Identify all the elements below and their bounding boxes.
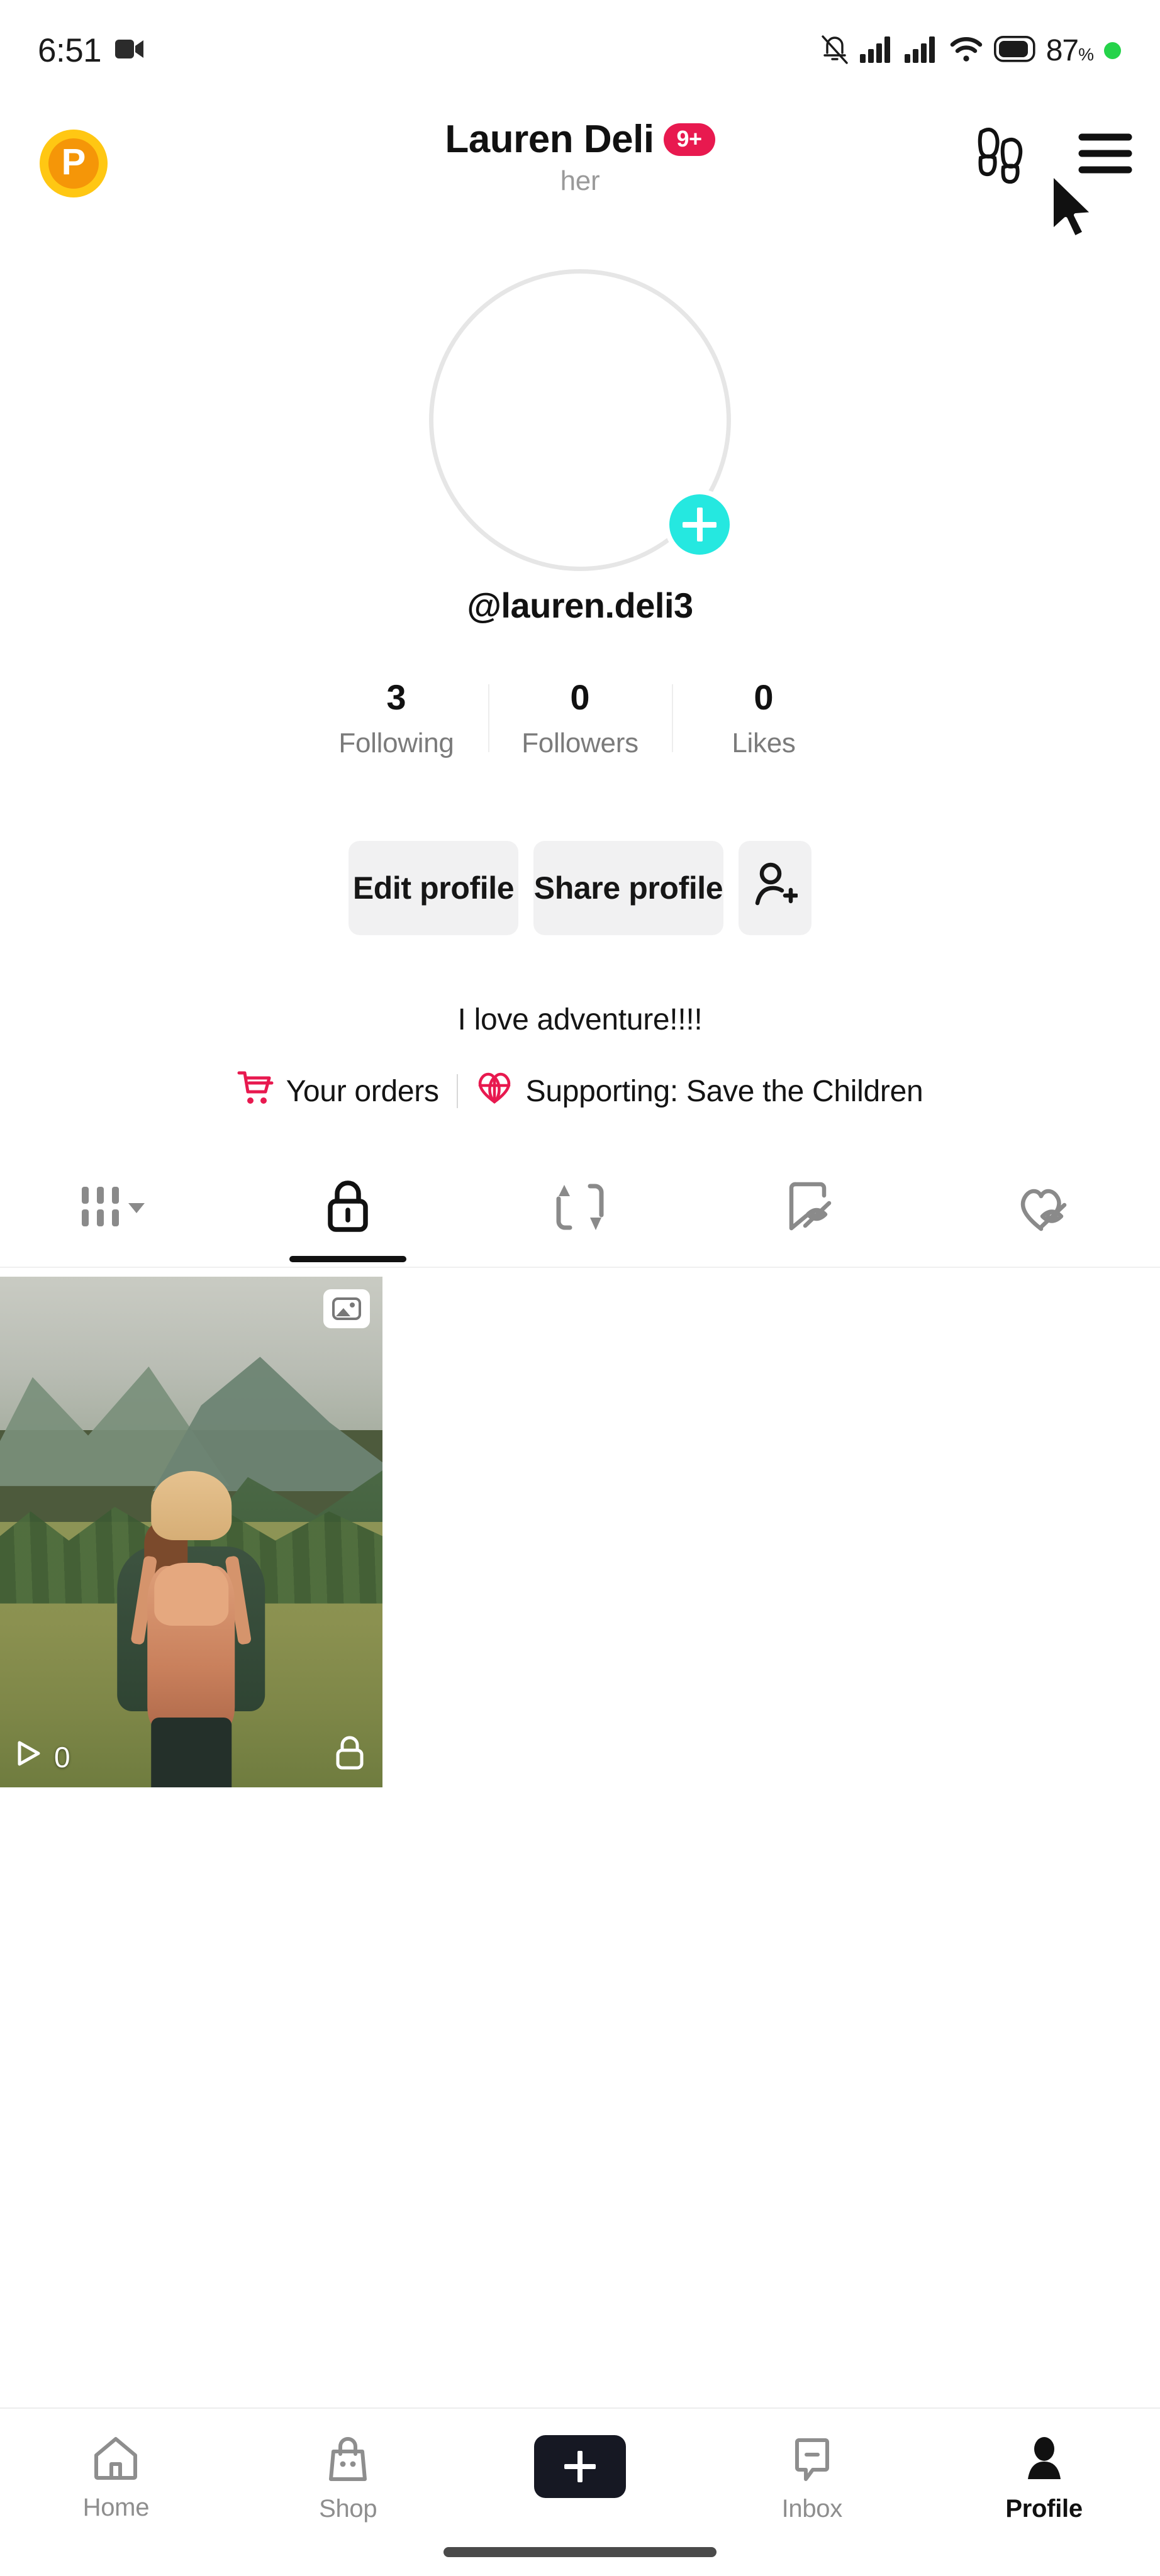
grid-bars-dropdown-icon (79, 1182, 152, 1235)
stat-followers[interactable]: 0 Followers (488, 677, 672, 759)
video-play-count-value: 0 (54, 1740, 70, 1774)
stat-following-label: Following (338, 727, 454, 758)
stat-followers-count: 0 (570, 677, 590, 717)
heart-hidden-icon (1015, 1180, 1074, 1237)
nav-item-profile[interactable]: Profile (950, 2435, 1139, 2523)
recording-dot-icon (1104, 42, 1121, 59)
mute-vibrate-icon (820, 33, 849, 69)
tab-reposts[interactable] (464, 1163, 696, 1267)
heart-globe-icon (476, 1069, 513, 1113)
profile-links-row: Your orders Supporting: Save the Childre… (0, 1069, 1160, 1113)
home-indicator (443, 2547, 717, 2557)
profile-tabs (0, 1163, 1160, 1267)
add-story-plus-icon[interactable] (664, 489, 735, 560)
bookmark-hidden-icon (785, 1179, 839, 1238)
stat-following[interactable]: 3 Following (304, 677, 488, 759)
profile-bio: I love adventure!!!! (457, 1003, 703, 1036)
inbox-message-icon (789, 2435, 835, 2486)
pronoun-label: her (560, 165, 600, 196)
status-bar: 6:51 87% (0, 0, 1160, 101)
links-divider (456, 1074, 458, 1108)
add-friends-button[interactable] (739, 841, 811, 935)
nav-item-create[interactable] (486, 2435, 674, 2507)
tab-videos-grid[interactable] (0, 1163, 232, 1267)
shopping-cart-icon (237, 1069, 274, 1113)
status-time: 6:51 (38, 31, 102, 69)
repost-arrows-icon (555, 1180, 605, 1237)
wifi-icon (949, 35, 983, 66)
edit-profile-button[interactable]: Edit profile (349, 841, 518, 935)
nav-item-inbox[interactable]: Inbox (718, 2435, 906, 2523)
stat-likes-count: 0 (754, 677, 774, 717)
stats-row: 3 Following 0 Followers 0 Likes (0, 677, 1160, 759)
battery-icon (993, 35, 1035, 65)
nav-item-profile-label: Profile (1005, 2495, 1083, 2523)
active-tab-underline (289, 1256, 407, 1262)
tabs-bottom-border (0, 1267, 1160, 1268)
supporting-label: Supporting: Save the Children (525, 1074, 923, 1108)
stat-likes-label: Likes (732, 727, 796, 758)
share-profile-button[interactable]: Share profile (533, 841, 723, 935)
person-icon (1021, 2435, 1068, 2486)
supporting-link[interactable]: Supporting: Save the Children (476, 1069, 923, 1113)
display-name-row: Lauren Deli 9+ (445, 117, 715, 162)
create-plus-icon[interactable] (527, 2435, 633, 2498)
signal-bars-1-icon (859, 35, 894, 66)
avatar[interactable] (429, 269, 735, 571)
nav-item-inbox-label: Inbox (781, 2495, 843, 2523)
tab-private-liked[interactable] (928, 1163, 1160, 1267)
battery-percent: 87% (1046, 33, 1094, 67)
add-person-icon (752, 860, 799, 916)
play-triangle-icon (15, 1739, 43, 1775)
your-orders-label: Your orders (286, 1074, 439, 1108)
profile-header: P Lauren Deli 9+ her (0, 117, 1160, 213)
video-thumbnail[interactable]: 0 (0, 1277, 382, 1787)
stat-following-count: 3 (386, 677, 406, 717)
video-camera-icon (115, 38, 144, 64)
tiktok-profile-screen: 6:51 87% P Lauren Deli 9+ her @lauren.de… (0, 0, 1160, 2576)
home-icon (91, 2435, 140, 2485)
video-privacy-lock-icon (333, 1735, 366, 1775)
profile-handle: @lauren.deli3 (467, 586, 693, 625)
nav-item-shop[interactable]: Shop (254, 2435, 442, 2523)
hamburger-menu-icon[interactable] (1078, 130, 1132, 177)
page-title: Lauren Deli (445, 118, 654, 161)
nav-item-shop-label: Shop (319, 2495, 377, 2523)
header-actions (975, 123, 1132, 184)
tab-private-saved[interactable] (696, 1163, 928, 1267)
signal-bars-2-icon (904, 35, 939, 66)
bottom-nav-items: Home Shop Inbox Profile (0, 2409, 1160, 2523)
stat-followers-label: Followers (521, 727, 639, 758)
tab-private[interactable] (232, 1163, 464, 1267)
lock-icon (323, 1179, 372, 1238)
status-bar-left: 6:51 (38, 31, 144, 70)
status-bar-right: 87% (820, 33, 1121, 69)
nav-item-home[interactable]: Home (21, 2435, 210, 2522)
profile-actions: Edit profile Share profile (0, 841, 1160, 935)
stat-likes[interactable]: 0 Likes (672, 677, 856, 759)
shop-bag-icon (325, 2435, 371, 2486)
notification-badge[interactable]: 9+ (663, 123, 715, 156)
footprints-icon[interactable] (975, 123, 1028, 184)
photo-image-icon (323, 1289, 370, 1328)
nav-item-home-label: Home (82, 2494, 150, 2521)
your-orders-link[interactable]: Your orders (237, 1069, 439, 1113)
video-play-count: 0 (15, 1739, 70, 1775)
bottom-nav: Home Shop Inbox Profile (0, 2407, 1160, 2576)
